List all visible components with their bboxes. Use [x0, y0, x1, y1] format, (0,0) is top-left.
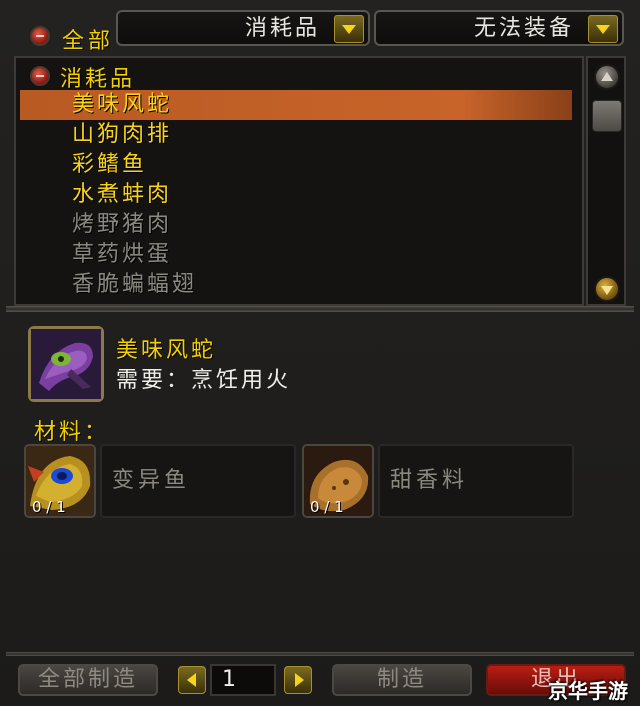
recipe-name: 烤野猪肉: [72, 212, 173, 237]
quantity-input[interactable]: 1: [210, 664, 276, 696]
recipe-icon[interactable]: [28, 326, 104, 402]
increment-arrow-icon[interactable]: [284, 666, 312, 694]
equip-filter-dropdown[interactable]: 无法装备: [374, 10, 624, 46]
recipe-name: 香脆蝙蝠翅: [72, 272, 198, 297]
recipe-requirement: 需要：烹饪用火: [116, 368, 292, 393]
bottom-divider: [6, 652, 634, 656]
recipe-list-item[interactable]: 山狗肉排: [20, 120, 572, 150]
chevron-down-icon[interactable]: [588, 15, 618, 43]
reagent-name: 变异鱼: [100, 444, 296, 518]
chevron-down-icon[interactable]: [334, 15, 364, 43]
decrement-arrow-icon[interactable]: [178, 666, 206, 694]
recipe-list-item[interactable]: 美味风蛇: [20, 90, 572, 120]
reagent-icon[interactable]: 0 / 1: [24, 444, 96, 518]
recipe-list-item[interactable]: 烤野猪肉: [20, 210, 572, 240]
collapse-all-button[interactable]: [30, 26, 50, 46]
create-button[interactable]: 制造: [332, 664, 472, 696]
section-divider: [6, 306, 634, 312]
equip-dropdown-value: 无法装备: [473, 16, 574, 41]
recipe-list-item[interactable]: 草药烘蛋: [20, 240, 572, 270]
recipe-name: 彩鳍鱼: [72, 152, 148, 177]
category-dropdown-value: 消耗品: [244, 16, 320, 41]
recipe-list-scrollbar[interactable]: [586, 56, 626, 306]
all-label: 全部: [62, 29, 115, 54]
category-dropdown[interactable]: 消耗品: [116, 10, 370, 46]
tradeskill-frame: 全部 消耗品 无法装备 消耗品 美味风蛇 山狗肉排 彩鳍鱼 水煮蚌肉 烤野猪肉 草药烘蛋香…: [0, 0, 640, 706]
reagent-count: 0 / 1: [32, 498, 66, 516]
scroll-thumb[interactable]: [592, 100, 622, 132]
scroll-down-button[interactable]: [594, 276, 620, 302]
recipe-list-item[interactable]: 香脆蝙蝠翅: [20, 270, 572, 300]
materials-label: 材料：: [34, 420, 110, 445]
watermark-text: 京华手游: [548, 679, 628, 703]
recipe-list-item[interactable]: 水煮蚌肉: [20, 180, 572, 210]
collapse-group-button[interactable]: [30, 66, 50, 86]
recipe-name: 草药烘蛋: [72, 242, 173, 267]
chevron-down-icon: [601, 286, 613, 295]
serpent-icon: [31, 329, 101, 399]
scroll-up-button[interactable]: [594, 64, 620, 90]
group-header-consumables[interactable]: 消耗品: [60, 61, 135, 93]
recipe-name: 山狗肉排: [72, 122, 173, 147]
create-all-button[interactable]: 全部制造: [18, 664, 158, 696]
reagent-count: 0 / 1: [310, 498, 344, 516]
recipe-list-item[interactable]: 彩鳍鱼: [20, 150, 572, 180]
reagent-icon[interactable]: 0 / 1: [302, 444, 374, 518]
recipe-name: 水煮蚌肉: [72, 182, 173, 207]
recipe-name: 美味风蛇: [72, 92, 173, 117]
recipe-title: 美味风蛇: [116, 338, 217, 363]
recipe-list: 消耗品 美味风蛇山狗肉排彩鳍鱼水煮蚌肉烤野猪肉草药烘蛋香脆蝙蝠翅: [14, 56, 584, 306]
reagent-name: 甜香料: [378, 444, 574, 518]
chevron-up-icon: [601, 72, 613, 81]
